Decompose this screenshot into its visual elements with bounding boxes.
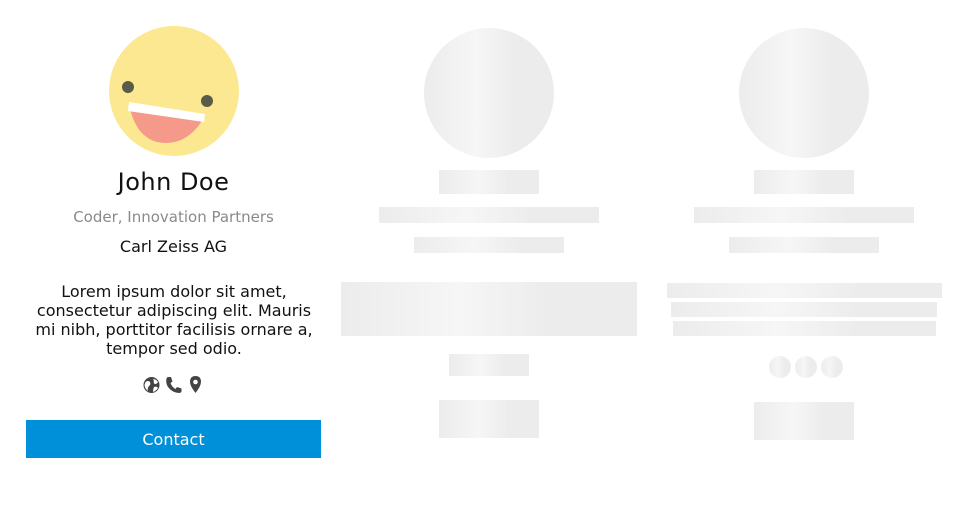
skeleton-bio-line: [671, 302, 937, 317]
skeleton-icons: [449, 354, 529, 376]
profile-card: John Doe Coder, Innovation Partners Carl…: [26, 26, 321, 466]
skeleton-icon: [769, 356, 791, 378]
skeleton-icon: [821, 356, 843, 378]
skeleton-button: [754, 402, 854, 440]
skeleton-button: [439, 400, 539, 438]
skeleton-bio-line: [673, 321, 936, 336]
skeleton-company: [414, 237, 564, 253]
profile-company: Carl Zeiss AG: [119, 237, 228, 256]
globe-icon[interactable]: [142, 374, 161, 396]
contact-links: [26, 374, 321, 396]
skeleton-avatar: [739, 28, 869, 158]
skeleton-role: [379, 207, 599, 223]
skeleton-name: [754, 170, 854, 194]
phone-icon[interactable]: [164, 374, 183, 396]
location-pin-icon[interactable]: [186, 374, 205, 396]
profile-bio: Lorem ipsum dolor sit amet, consectetur …: [35, 282, 313, 358]
skeleton-avatar: [424, 28, 554, 158]
profile-role: Coder, Innovation Partners: [73, 208, 274, 226]
profile-name: John Doe: [117, 168, 230, 196]
smiley-face-avatar-icon: [109, 26, 239, 156]
contact-button[interactable]: Contact: [26, 420, 321, 458]
skeleton-company: [729, 237, 879, 253]
profile-cards-page: John Doe Coder, Innovation Partners Carl…: [0, 0, 978, 508]
skeleton-icon: [795, 356, 817, 378]
skeleton-bio-line: [667, 283, 942, 298]
avatar: [109, 26, 239, 156]
skeleton-bio: [341, 282, 637, 336]
skeleton-name: [439, 170, 539, 194]
skeleton-role: [694, 207, 914, 223]
